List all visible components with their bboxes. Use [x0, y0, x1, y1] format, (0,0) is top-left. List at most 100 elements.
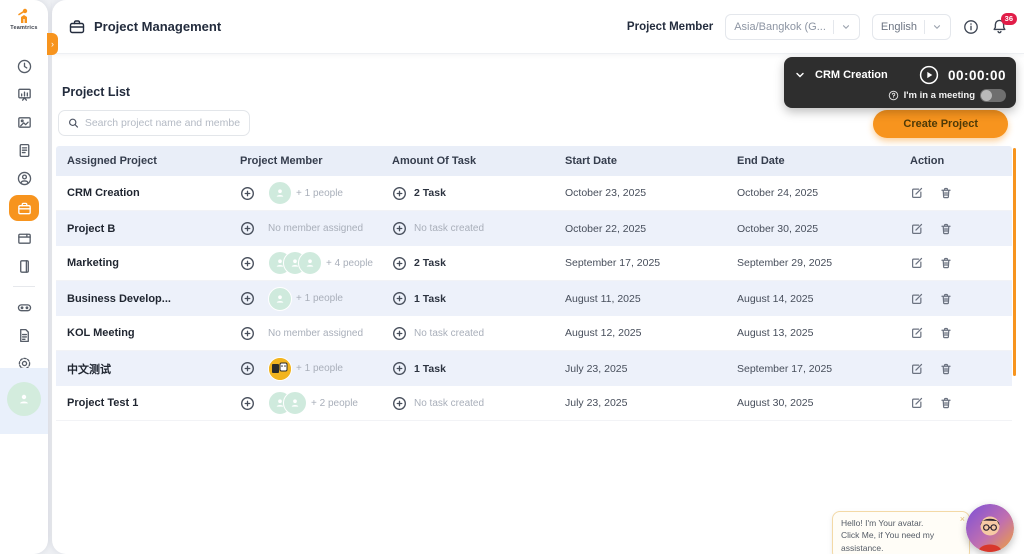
sidebar-collapse-toggle[interactable]: ›: [47, 33, 58, 55]
delete-button[interactable]: [939, 222, 953, 236]
meeting-label: I'm in a meeting: [903, 90, 975, 101]
page-title: Project Management: [94, 19, 222, 34]
project-name: Project B: [67, 222, 116, 235]
member-count-label: No member assigned: [268, 327, 364, 339]
sidebar-item-screenshots[interactable]: [10, 108, 38, 136]
delete-button[interactable]: [939, 396, 953, 410]
sidebar-item-payroll[interactable]: [10, 224, 38, 252]
notifications-button[interactable]: 36: [991, 13, 1017, 35]
add-task-button[interactable]: [392, 221, 407, 236]
report-icon: [16, 142, 33, 159]
edit-button[interactable]: [910, 292, 924, 306]
brand-name: Teamtrics: [10, 25, 38, 31]
search-box[interactable]: [58, 110, 250, 136]
column-header: End Date: [737, 155, 785, 167]
member-avatar[interactable]: [298, 251, 322, 275]
add-task-button[interactable]: [392, 186, 407, 201]
add-task-button[interactable]: [392, 396, 407, 411]
sidebar-item-documents[interactable]: [10, 321, 38, 349]
edit-button[interactable]: [910, 362, 924, 376]
table-row: Marketing + 4 people 2 Task September 17…: [56, 246, 1012, 281]
assistant-avatar[interactable]: [966, 504, 1014, 552]
member-count-label: + 1 people: [296, 293, 343, 304]
add-task-button[interactable]: [392, 326, 407, 341]
start-date: July 23, 2025: [565, 362, 628, 375]
info-button[interactable]: [963, 19, 979, 35]
end-date: September 29, 2025: [737, 257, 833, 269]
start-date: August 11, 2025: [565, 292, 641, 305]
table-row: Business Develop... + 1 people 1 Task Au…: [56, 281, 1012, 316]
add-task-button[interactable]: [392, 291, 407, 306]
task-count-label: 1 Task: [414, 362, 446, 375]
member-count-label: + 1 people: [296, 187, 343, 199]
delete-button[interactable]: [939, 292, 953, 306]
member-avatar[interactable]: [268, 286, 292, 311]
table-row: Project Test 1 + 2 people No task create…: [56, 386, 1012, 421]
add-task-button[interactable]: [392, 361, 407, 376]
task-count-label: No task created: [414, 223, 485, 234]
end-date: September 17, 2025: [737, 362, 833, 375]
end-date: October 24, 2025: [737, 187, 819, 199]
edit-button[interactable]: [910, 186, 924, 200]
member-avatar[interactable]: [268, 356, 292, 381]
add-member-button[interactable]: [240, 326, 255, 341]
card-icon: [16, 230, 33, 247]
screen-icon: [16, 114, 33, 131]
sidebar-item-account[interactable]: [10, 164, 38, 192]
edit-button[interactable]: [910, 326, 924, 340]
timezone-select[interactable]: Asia/Bangkok (G...: [725, 13, 860, 40]
add-member-button[interactable]: [240, 361, 255, 376]
timer-play-button[interactable]: [919, 65, 939, 85]
delete-button[interactable]: [939, 362, 953, 376]
role-label: Project Member: [626, 20, 714, 33]
assistant-message-line2: Click Me, if You need my assistance.: [841, 530, 935, 553]
delete-button[interactable]: [939, 256, 953, 270]
create-project-button[interactable]: Create Project: [873, 110, 1008, 138]
project-name: Business Develop...: [67, 292, 171, 305]
column-header: Amount Of Task: [392, 155, 477, 167]
add-member-button[interactable]: [240, 186, 255, 201]
table-scrollbar[interactable]: [1013, 148, 1016, 376]
sidebar-bottom-panel: [0, 368, 48, 434]
sidebar-item-time-history[interactable]: [10, 52, 38, 80]
add-task-button[interactable]: [392, 256, 407, 271]
file-icon: [16, 327, 33, 344]
delete-button[interactable]: [939, 186, 953, 200]
sidebar-item-handbook[interactable]: [10, 252, 38, 280]
assistant-message-line1: Hello! I'm Your avatar.: [841, 518, 924, 528]
column-header: Assigned Project: [67, 155, 157, 167]
sidebar-nav: [0, 52, 48, 377]
column-header: Action: [910, 155, 945, 167]
timer-clock: 00:00:00: [947, 67, 1006, 83]
end-date: August 13, 2025: [737, 327, 814, 339]
account-icon: [16, 170, 33, 187]
member-avatar[interactable]: [283, 391, 307, 415]
close-icon[interactable]: ×: [960, 513, 965, 526]
edit-button[interactable]: [910, 222, 924, 236]
sidebar-item-dashboard[interactable]: [10, 80, 38, 108]
assistant-bubble[interactable]: × Hello! I'm Your avatar. Click Me, if Y…: [832, 511, 970, 554]
person-icon: [20, 394, 28, 404]
member-count-label: + 2 people: [311, 397, 358, 409]
add-member-button[interactable]: [240, 291, 255, 306]
top-header: Project Management Project Member Asia/B…: [52, 0, 1024, 54]
column-header: Project Member: [240, 155, 323, 167]
meeting-toggle[interactable]: [980, 89, 1006, 102]
sidebar-item-project-management[interactable]: [9, 195, 39, 221]
search-input[interactable]: [84, 117, 240, 129]
edit-button[interactable]: [910, 256, 924, 270]
language-select[interactable]: English: [871, 13, 951, 40]
sidebar-user-avatar[interactable]: [7, 382, 41, 416]
sidebar-item-reports[interactable]: [10, 136, 38, 164]
add-member-button[interactable]: [240, 256, 255, 271]
member-avatar[interactable]: [268, 181, 292, 205]
sidebar-item-games[interactable]: [10, 293, 38, 321]
language-value: English: [880, 20, 917, 33]
edit-button[interactable]: [910, 396, 924, 410]
start-date: August 12, 2025: [565, 327, 642, 339]
add-member-button[interactable]: [240, 396, 255, 411]
member-count-label: + 1 people: [296, 363, 343, 374]
add-member-button[interactable]: [240, 221, 255, 236]
delete-button[interactable]: [939, 326, 953, 340]
chevron-down-icon[interactable]: [794, 69, 806, 81]
